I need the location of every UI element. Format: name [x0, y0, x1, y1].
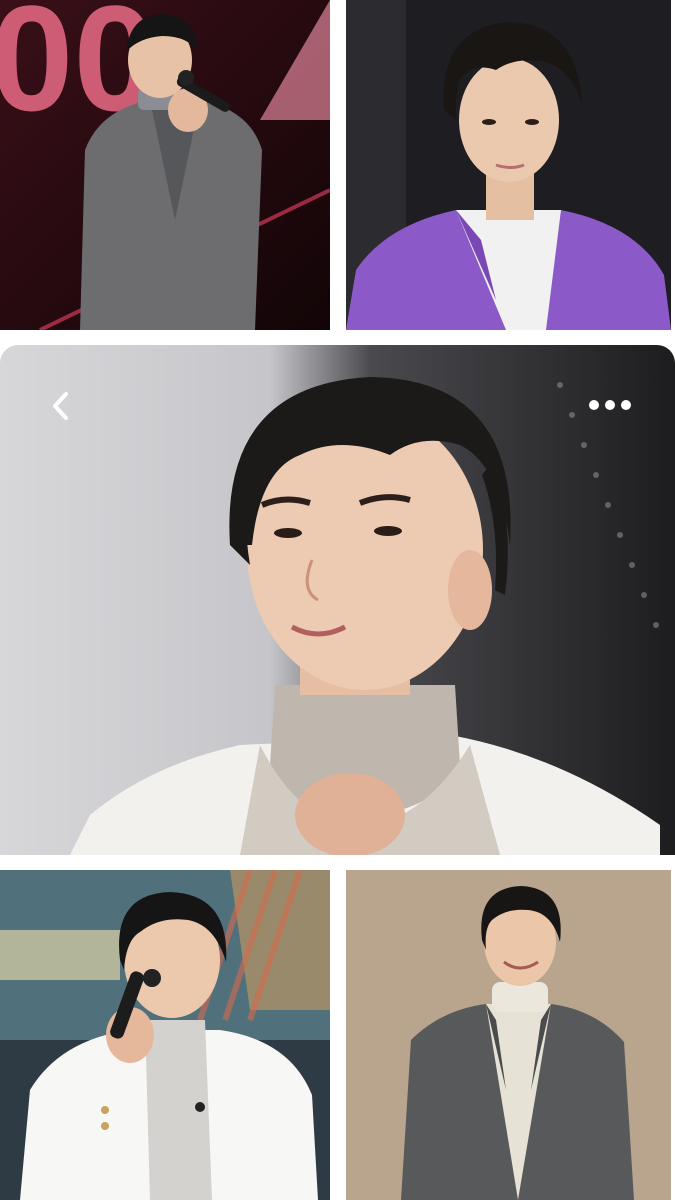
photo-top-right-image: [346, 0, 671, 330]
photo-bottom-right[interactable]: [346, 870, 671, 1200]
photo-top-right[interactable]: [346, 0, 671, 330]
photo-featured-image: [0, 345, 675, 855]
chevron-left-icon: [53, 392, 68, 420]
photo-top-left[interactable]: 00: [0, 0, 330, 330]
back-button[interactable]: chevron-left-icon: [42, 387, 80, 425]
photo-top-left-image: 00: [0, 0, 330, 330]
more-horizontal-icon: [589, 400, 631, 410]
photo-bottom-right-image: [346, 870, 671, 1200]
photo-bottom-left[interactable]: [0, 870, 330, 1200]
more-options-button[interactable]: more-horizontal-icon: [583, 390, 637, 420]
photo-featured[interactable]: [0, 345, 675, 855]
photo-bottom-left-image: [0, 870, 330, 1200]
